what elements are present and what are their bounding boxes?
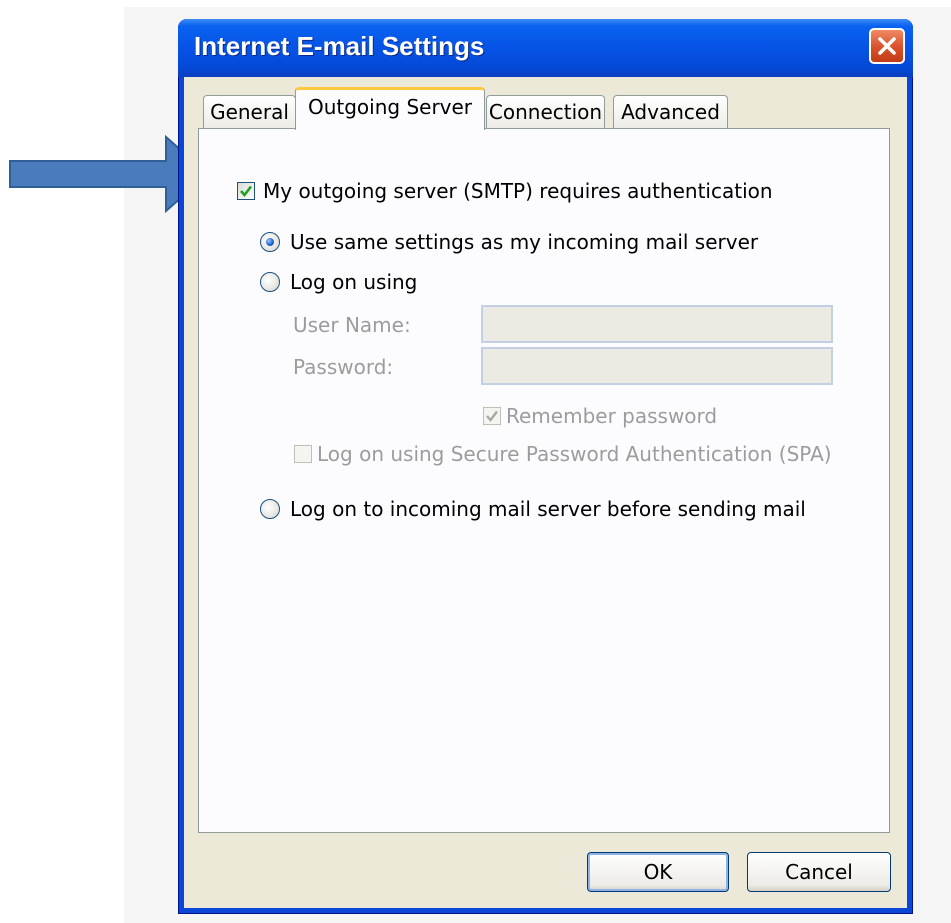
close-button[interactable] — [869, 28, 905, 64]
cancel-button[interactable]: Cancel — [747, 852, 891, 892]
checkmark-icon — [240, 185, 253, 198]
require-auth-label: My outgoing server (SMTP) requires authe… — [263, 179, 773, 203]
settings-dialog: Internet E-mail Settings General Outgoin… — [178, 19, 913, 914]
tab-general[interactable]: General — [203, 95, 296, 129]
use-same-settings-label: Use same settings as my incoming mail se… — [290, 230, 759, 254]
spa-row[interactable]: Log on using Secure Password Authenticat… — [294, 442, 832, 466]
remember-password-row[interactable]: Remember password — [483, 404, 717, 428]
log-on-incoming-radio[interactable] — [260, 499, 280, 519]
dialog-body: General Outgoing Server Connection Advan… — [184, 77, 907, 908]
password-label: Password: — [293, 355, 394, 379]
require-auth-checkbox[interactable] — [237, 182, 255, 200]
log-on-using-radio[interactable] — [260, 272, 280, 292]
tab-connection[interactable]: Connection — [486, 95, 605, 129]
spa-checkbox[interactable] — [294, 445, 312, 463]
log-on-using-row[interactable]: Log on using — [260, 270, 417, 294]
window-title: Internet E-mail Settings — [194, 31, 485, 61]
user-name-field[interactable] — [481, 305, 833, 343]
require-auth-row[interactable]: My outgoing server (SMTP) requires authe… — [237, 179, 773, 203]
log-on-using-label: Log on using — [290, 270, 418, 294]
checkmark-icon — [486, 410, 498, 422]
title-bar[interactable]: Internet E-mail Settings — [178, 19, 913, 77]
ok-button[interactable]: OK — [587, 852, 729, 892]
tab-advanced[interactable]: Advanced — [613, 95, 728, 129]
use-same-settings-radio[interactable] — [260, 232, 280, 252]
spa-label: Log on using Secure Password Authenticat… — [317, 442, 832, 466]
password-field[interactable] — [481, 347, 833, 385]
log-on-incoming-row[interactable]: Log on to incoming mail server before se… — [260, 497, 806, 521]
remember-password-checkbox[interactable] — [483, 407, 501, 425]
tab-outgoing-server[interactable]: Outgoing Server — [295, 87, 485, 130]
user-name-label: User Name: — [293, 313, 411, 337]
use-same-settings-row[interactable]: Use same settings as my incoming mail se… — [260, 230, 758, 254]
log-on-incoming-label: Log on to incoming mail server before se… — [290, 497, 806, 521]
tab-panel-outgoing-server: My outgoing server (SMTP) requires authe… — [198, 128, 890, 833]
close-icon — [878, 37, 896, 55]
remember-password-label: Remember password — [506, 404, 718, 428]
